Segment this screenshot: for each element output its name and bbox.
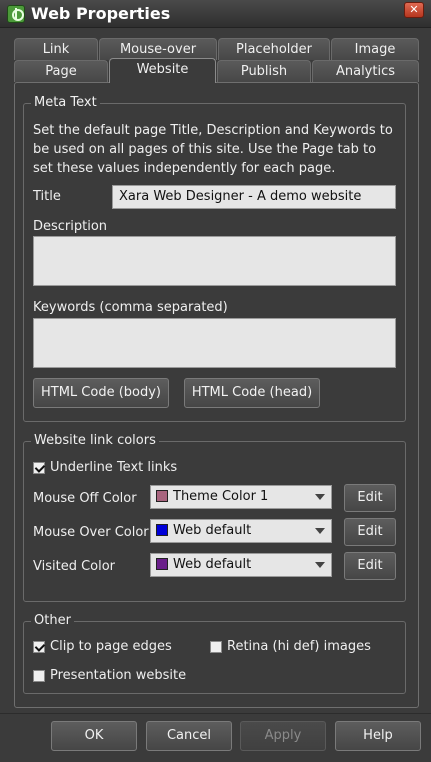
link-colors-group-label: Website link colors bbox=[31, 433, 159, 449]
chevron-down-icon bbox=[315, 528, 325, 534]
mouse-over-color-label: Mouse Over Color bbox=[33, 525, 149, 540]
tab-analytics[interactable]: Analytics bbox=[312, 60, 419, 82]
help-button[interactable]: Help bbox=[335, 721, 421, 751]
close-button[interactable]: ✕ bbox=[404, 2, 424, 18]
tab-mouse-over[interactable]: Mouse-over bbox=[99, 38, 217, 60]
xara-app-icon bbox=[7, 5, 25, 23]
retina-images-label: Retina (hi def) images bbox=[227, 639, 371, 654]
chevron-down-icon bbox=[315, 494, 325, 500]
mouse-over-color-select[interactable]: Web default bbox=[150, 519, 332, 543]
tab-placeholder[interactable]: Placeholder bbox=[218, 38, 330, 60]
visited-color-select[interactable]: Web default bbox=[150, 553, 332, 577]
other-group-label: Other bbox=[31, 613, 74, 629]
description-label: Description bbox=[33, 219, 108, 234]
mouse-over-color-value: Web default bbox=[173, 523, 252, 538]
presentation-website-label: Presentation website bbox=[50, 668, 187, 683]
keywords-field[interactable] bbox=[33, 318, 396, 368]
mouse-off-color-value: Theme Color 1 bbox=[173, 489, 269, 504]
description-field[interactable] bbox=[33, 236, 396, 286]
visited-edit-button[interactable]: Edit bbox=[344, 552, 396, 580]
clip-to-page-edges-label: Clip to page edges bbox=[50, 639, 172, 654]
tab-link[interactable]: Link bbox=[14, 38, 98, 60]
tab-page[interactable]: Page bbox=[14, 60, 108, 82]
chevron-down-icon bbox=[315, 562, 325, 568]
visited-color-label: Visited Color bbox=[33, 559, 116, 574]
retina-images-checkbox[interactable] bbox=[210, 641, 222, 653]
tab-website[interactable]: Website bbox=[109, 58, 216, 83]
title-field[interactable]: Xara Web Designer - A demo website bbox=[112, 185, 396, 209]
mouse-off-color-select[interactable]: Theme Color 1 bbox=[150, 485, 332, 509]
tab-image[interactable]: Image bbox=[331, 38, 419, 60]
window-title: Web Properties bbox=[31, 4, 171, 23]
visited-color-value: Web default bbox=[173, 557, 252, 572]
keywords-label: Keywords (comma separated) bbox=[33, 300, 228, 315]
footer-separator bbox=[0, 713, 431, 714]
mouse-off-edit-button[interactable]: Edit bbox=[344, 484, 396, 512]
clip-to-page-edges-checkbox[interactable] bbox=[33, 641, 45, 653]
html-code-body-button[interactable]: HTML Code (body) bbox=[33, 378, 169, 408]
mouse-off-color-label: Mouse Off Color bbox=[33, 491, 137, 506]
meta-text-group-label: Meta Text bbox=[31, 95, 100, 111]
tab-publish[interactable]: Publish bbox=[217, 60, 311, 82]
apply-button[interactable]: Apply bbox=[240, 721, 326, 751]
mouse-off-color-swatch bbox=[156, 490, 168, 502]
html-code-head-button[interactable]: HTML Code (head) bbox=[184, 378, 320, 408]
visited-color-swatch bbox=[156, 558, 168, 570]
other-group: Other bbox=[23, 613, 406, 694]
title-label: Title bbox=[33, 189, 61, 204]
presentation-website-checkbox[interactable] bbox=[33, 670, 45, 682]
mouse-over-edit-button[interactable]: Edit bbox=[344, 518, 396, 546]
underline-links-label: Underline Text links bbox=[50, 460, 178, 475]
title-bar: Web Properties ✕ bbox=[0, 0, 431, 28]
cancel-button[interactable]: Cancel bbox=[146, 721, 232, 751]
underline-links-checkbox[interactable] bbox=[33, 462, 45, 474]
meta-text-description: Set the default page Title, Description … bbox=[33, 123, 393, 176]
ok-button[interactable]: OK bbox=[51, 721, 137, 751]
mouse-over-color-swatch bbox=[156, 524, 168, 536]
